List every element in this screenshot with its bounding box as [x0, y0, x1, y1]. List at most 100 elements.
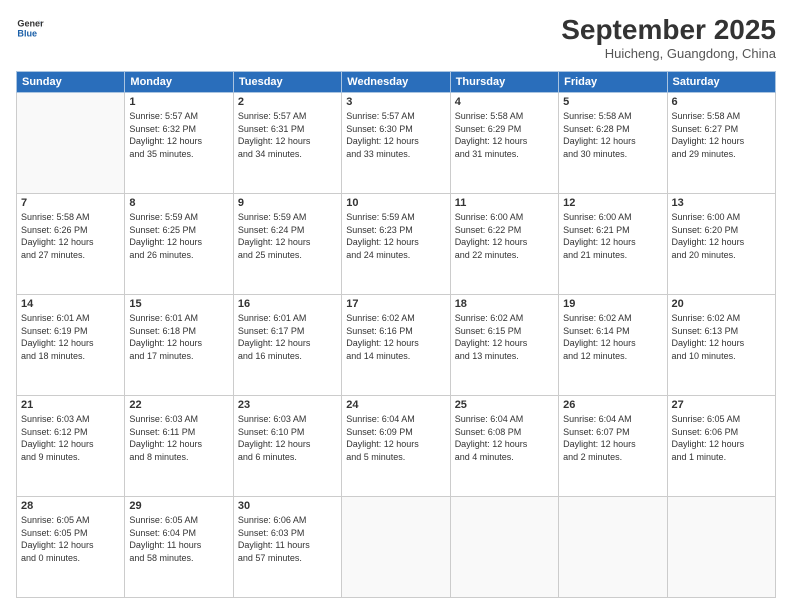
cell-text: Sunrise: 6:01 AM Sunset: 6:18 PM Dayligh… — [129, 312, 228, 362]
cell-text: Sunrise: 5:59 AM Sunset: 6:23 PM Dayligh… — [346, 211, 445, 261]
day-number: 9 — [238, 197, 337, 209]
day-cell: 19Sunrise: 6:02 AM Sunset: 6:14 PM Dayli… — [559, 295, 667, 396]
day-cell: 4 Sunrise: 5:58 AM Sunset: 6:29 PM Daylig… — [450, 93, 558, 194]
day-number: 25 — [455, 399, 554, 411]
logo: General Blue — [16, 14, 44, 42]
calendar-table: SundayMondayTuesdayWednesdayThursdayFrid… — [16, 71, 776, 598]
day-number: 10 — [346, 197, 445, 209]
day-cell: 30 Sunrise: 6:06 AM Sunset: 6:03 PM Dayli… — [233, 497, 341, 598]
cell-text: Sunrise: 6:04 AM Sunset: 6:08 PM Dayligh… — [455, 413, 554, 463]
day-cell: 10 Sunrise: 5:59 AM Sunset: 6:23 PM Dayli… — [342, 194, 450, 295]
cell-text: Sunrise: 6:04 AM Sunset: 6:09 PM Dayligh… — [346, 413, 445, 463]
col-header-tuesday: Tuesday — [233, 72, 341, 93]
day-number: 24 — [346, 399, 445, 411]
day-number: 7 — [21, 197, 120, 209]
day-number: 4 — [455, 96, 554, 108]
cell-text: Sunrise: 5:57 AM Sunset: 6:30 PM Dayligh… — [346, 110, 445, 160]
week-row-2: 7 Sunrise: 5:58 AM Sunset: 6:26 PM Daylig… — [17, 194, 776, 295]
day-cell: 11 Sunrise: 6:00 AM Sunset: 6:22 PM Dayli… — [450, 194, 558, 295]
day-cell: 5Sunrise: 5:58 AM Sunset: 6:28 PM Daylig… — [559, 93, 667, 194]
day-cell — [667, 497, 775, 598]
location: Huicheng, Guangdong, China — [561, 46, 776, 61]
day-cell: 28 Sunrise: 6:05 AM Sunset: 6:05 PM Dayli… — [17, 497, 125, 598]
day-number: 26 — [563, 399, 662, 411]
day-cell: 25 Sunrise: 6:04 AM Sunset: 6:08 PM Dayli… — [450, 396, 558, 497]
day-cell: 16 Sunrise: 6:01 AM Sunset: 6:17 PM Dayli… — [233, 295, 341, 396]
day-number: 2 — [238, 96, 337, 108]
day-number: 13 — [672, 197, 771, 209]
day-number: 20 — [672, 298, 771, 310]
cell-text: Sunrise: 6:05 AM Sunset: 6:06 PM Dayligh… — [672, 413, 771, 463]
page: General Blue September 2025 Huicheng, Gu… — [0, 0, 792, 612]
cell-text: Sunrise: 6:05 AM Sunset: 6:04 PM Dayligh… — [129, 514, 228, 564]
day-cell: 14 Sunrise: 6:01 AM Sunset: 6:19 PM Dayli… — [17, 295, 125, 396]
day-number: 5 — [563, 96, 662, 108]
day-number: 17 — [346, 298, 445, 310]
day-cell: 1Sunrise: 5:57 AM Sunset: 6:32 PM Daylig… — [125, 93, 233, 194]
cell-text: Sunrise: 6:00 AM Sunset: 6:21 PM Dayligh… — [563, 211, 662, 261]
cell-text: Sunrise: 5:58 AM Sunset: 6:29 PM Dayligh… — [455, 110, 554, 160]
day-cell: 20Sunrise: 6:02 AM Sunset: 6:13 PM Dayli… — [667, 295, 775, 396]
col-header-sunday: Sunday — [17, 72, 125, 93]
cell-text: Sunrise: 6:06 AM Sunset: 6:03 PM Dayligh… — [238, 514, 337, 564]
cell-text: Sunrise: 5:57 AM Sunset: 6:31 PM Dayligh… — [238, 110, 337, 160]
cell-text: Sunrise: 5:57 AM Sunset: 6:32 PM Dayligh… — [129, 110, 228, 160]
day-cell — [450, 497, 558, 598]
day-cell: 2 Sunrise: 5:57 AM Sunset: 6:31 PM Daylig… — [233, 93, 341, 194]
logo-icon: General Blue — [16, 14, 44, 42]
day-cell: 29 Sunrise: 6:05 AM Sunset: 6:04 PM Dayli… — [125, 497, 233, 598]
day-number: 14 — [21, 298, 120, 310]
day-number: 29 — [129, 500, 228, 512]
day-cell: 26 Sunrise: 6:04 AM Sunset: 6:07 PM Dayli… — [559, 396, 667, 497]
day-cell: 24 Sunrise: 6:04 AM Sunset: 6:09 PM Dayli… — [342, 396, 450, 497]
cell-text: Sunrise: 5:59 AM Sunset: 6:25 PM Dayligh… — [129, 211, 228, 261]
cell-text: Sunrise: 5:58 AM Sunset: 6:27 PM Dayligh… — [672, 110, 771, 160]
day-cell: 22 Sunrise: 6:03 AM Sunset: 6:11 PM Dayli… — [125, 396, 233, 497]
day-number: 22 — [129, 399, 228, 411]
day-cell: 12 Sunrise: 6:00 AM Sunset: 6:21 PM Dayli… — [559, 194, 667, 295]
day-number: 30 — [238, 500, 337, 512]
svg-text:General: General — [17, 19, 44, 29]
day-cell: 3 Sunrise: 5:57 AM Sunset: 6:30 PM Daylig… — [342, 93, 450, 194]
day-number: 12 — [563, 197, 662, 209]
week-row-4: 21Sunrise: 6:03 AM Sunset: 6:12 PM Dayli… — [17, 396, 776, 497]
day-cell: 21Sunrise: 6:03 AM Sunset: 6:12 PM Dayli… — [17, 396, 125, 497]
day-number: 23 — [238, 399, 337, 411]
cell-text: Sunrise: 6:03 AM Sunset: 6:11 PM Dayligh… — [129, 413, 228, 463]
day-number: 28 — [21, 500, 120, 512]
week-row-5: 28 Sunrise: 6:05 AM Sunset: 6:05 PM Dayli… — [17, 497, 776, 598]
cell-text: Sunrise: 6:02 AM Sunset: 6:14 PM Dayligh… — [563, 312, 662, 362]
cell-text: Sunrise: 6:05 AM Sunset: 6:05 PM Dayligh… — [21, 514, 120, 564]
day-cell: 6 Sunrise: 5:58 AM Sunset: 6:27 PM Daylig… — [667, 93, 775, 194]
week-row-3: 14 Sunrise: 6:01 AM Sunset: 6:19 PM Dayli… — [17, 295, 776, 396]
day-number: 18 — [455, 298, 554, 310]
header-row: SundayMondayTuesdayWednesdayThursdayFrid… — [17, 72, 776, 93]
col-header-saturday: Saturday — [667, 72, 775, 93]
day-number: 6 — [672, 96, 771, 108]
cell-text: Sunrise: 5:58 AM Sunset: 6:26 PM Dayligh… — [21, 211, 120, 261]
day-number: 16 — [238, 298, 337, 310]
month-title: September 2025 — [561, 14, 776, 46]
cell-text: Sunrise: 6:00 AM Sunset: 6:22 PM Dayligh… — [455, 211, 554, 261]
cell-text: Sunrise: 6:01 AM Sunset: 6:17 PM Dayligh… — [238, 312, 337, 362]
cell-text: Sunrise: 6:03 AM Sunset: 6:10 PM Dayligh… — [238, 413, 337, 463]
day-cell — [342, 497, 450, 598]
day-cell: 17 Sunrise: 6:02 AM Sunset: 6:16 PM Dayli… — [342, 295, 450, 396]
day-number: 3 — [346, 96, 445, 108]
day-number: 8 — [129, 197, 228, 209]
cell-text: Sunrise: 6:04 AM Sunset: 6:07 PM Dayligh… — [563, 413, 662, 463]
day-number: 15 — [129, 298, 228, 310]
col-header-monday: Monday — [125, 72, 233, 93]
day-cell: 18 Sunrise: 6:02 AM Sunset: 6:15 PM Dayli… — [450, 295, 558, 396]
svg-text:Blue: Blue — [17, 28, 37, 38]
day-cell: 27Sunrise: 6:05 AM Sunset: 6:06 PM Dayli… — [667, 396, 775, 497]
day-cell: 15 Sunrise: 6:01 AM Sunset: 6:18 PM Dayli… — [125, 295, 233, 396]
cell-text: Sunrise: 6:02 AM Sunset: 6:15 PM Dayligh… — [455, 312, 554, 362]
col-header-friday: Friday — [559, 72, 667, 93]
day-cell: 9Sunrise: 5:59 AM Sunset: 6:24 PM Daylig… — [233, 194, 341, 295]
cell-text: Sunrise: 6:01 AM Sunset: 6:19 PM Dayligh… — [21, 312, 120, 362]
col-header-thursday: Thursday — [450, 72, 558, 93]
week-row-1: 1Sunrise: 5:57 AM Sunset: 6:32 PM Daylig… — [17, 93, 776, 194]
day-number: 11 — [455, 197, 554, 209]
cell-text: Sunrise: 6:02 AM Sunset: 6:16 PM Dayligh… — [346, 312, 445, 362]
